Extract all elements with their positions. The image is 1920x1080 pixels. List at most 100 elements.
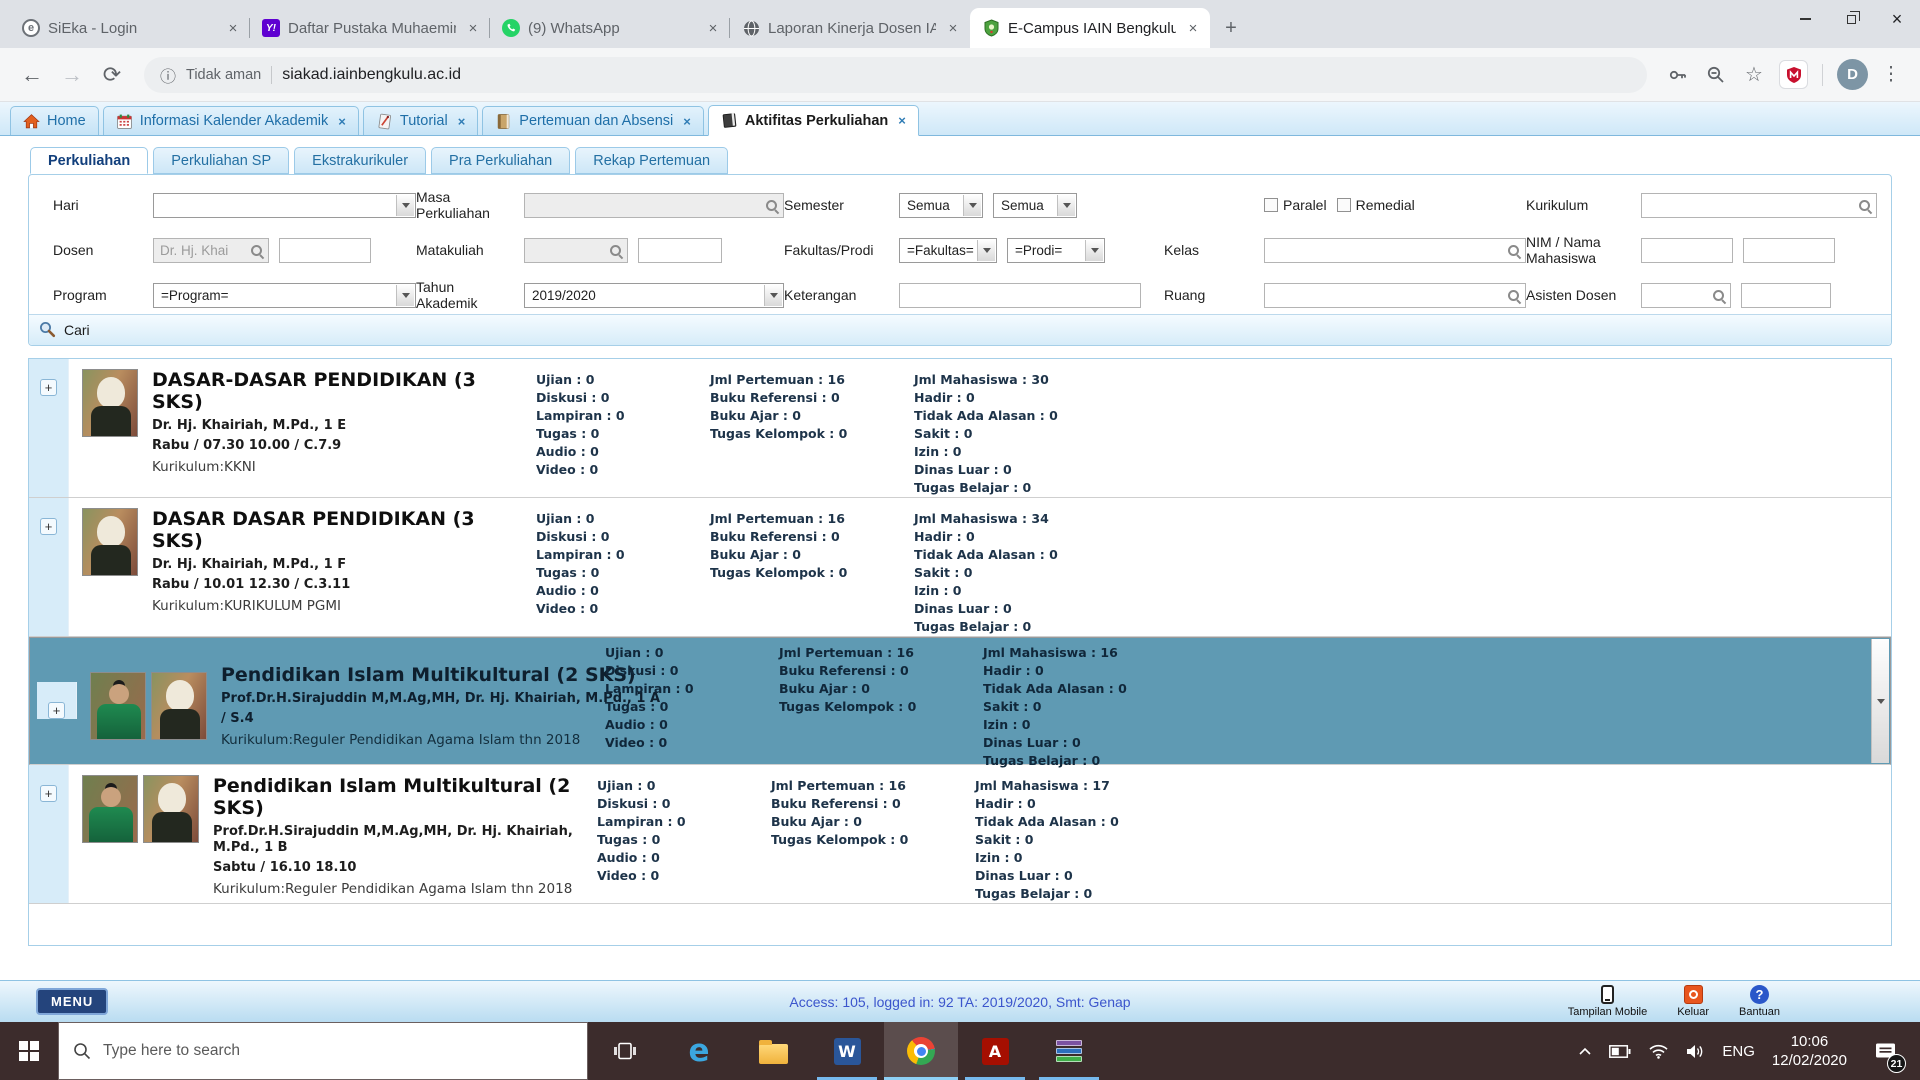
masa-perkuliahan-input[interactable] bbox=[524, 193, 784, 218]
address-bar[interactable]: ⓘ Tidak aman siakad.iainbengkulu.ac.id bbox=[144, 57, 1647, 93]
edge-taskbar-button[interactable]: e bbox=[662, 1022, 736, 1080]
asisten-dosen-code-input[interactable] bbox=[1741, 283, 1831, 308]
stat-line: Buku Ajar : 0 bbox=[710, 407, 902, 425]
site-tab-close-icon[interactable]: × bbox=[458, 114, 466, 129]
subtab-ekstrakurikuler[interactable]: Ekstrakurikuler bbox=[294, 147, 426, 174]
password-key-icon[interactable] bbox=[1661, 58, 1695, 92]
asisten-dosen-input[interactable] bbox=[1641, 283, 1731, 308]
browser-tab-ecampus-active[interactable]: E-Campus IAIN Bengkulu × bbox=[970, 8, 1210, 48]
course-row-1[interactable]: + DASAR-DASAR PENDIDIKAN (3 SKS) Dr. Hj.… bbox=[29, 359, 1891, 498]
site-tab-aktifitas-active[interactable]: Aktifitas Perkuliahan × bbox=[708, 105, 919, 136]
language-indicator[interactable]: ENG bbox=[1722, 1043, 1755, 1060]
expand-button[interactable]: + bbox=[40, 785, 57, 802]
site-info-icon[interactable]: ⓘ bbox=[160, 63, 176, 87]
mcafee-extension-icon[interactable] bbox=[1779, 60, 1808, 89]
task-view-button[interactable] bbox=[588, 1022, 662, 1080]
browser-tab-laporan[interactable]: Laporan Kinerja Dosen IAIN × bbox=[730, 8, 970, 48]
browser-tab-sieka[interactable]: e SiEka - Login × bbox=[10, 8, 250, 48]
site-tab-pertemuan[interactable]: Pertemuan dan Absensi × bbox=[482, 106, 704, 135]
remedial-checkbox[interactable] bbox=[1337, 198, 1351, 212]
chrome-taskbar-button-active[interactable] bbox=[884, 1022, 958, 1080]
bantuan-label: Bantuan bbox=[1739, 1006, 1780, 1018]
reload-button[interactable]: ⟳ bbox=[94, 57, 130, 93]
program-select[interactable]: =Program= bbox=[153, 283, 416, 308]
taskbar-search-box[interactable]: Type here to search bbox=[58, 1022, 588, 1080]
kurikulum-input[interactable] bbox=[1641, 193, 1877, 218]
tab-close-icon[interactable]: × bbox=[704, 20, 722, 37]
nama-mahasiswa-input[interactable] bbox=[1743, 238, 1835, 263]
prodi-select[interactable]: =Prodi= bbox=[1007, 238, 1105, 263]
subtab-rekap-pertemuan[interactable]: Rekap Pertemuan bbox=[575, 147, 728, 174]
window-close-button[interactable]: × bbox=[1874, 0, 1920, 38]
course-row-3-selected[interactable]: + Pendidikan Islam Multikultural (2 SKS)… bbox=[29, 637, 1891, 765]
wifi-icon[interactable] bbox=[1648, 1043, 1669, 1059]
window-restore-button[interactable] bbox=[1828, 0, 1874, 38]
subtab-perkuliahan-active[interactable]: Perkuliahan bbox=[30, 147, 148, 174]
nim-input[interactable] bbox=[1641, 238, 1733, 263]
stats-students: Jml Mahasiswa : 17Hadir : 0Tidak Ada Ala… bbox=[975, 777, 1210, 903]
fakultas-select[interactable]: =Fakultas= bbox=[899, 238, 997, 263]
site-tab-close-icon[interactable]: × bbox=[338, 114, 346, 129]
forward-button[interactable]: → bbox=[54, 57, 90, 93]
battery-icon[interactable] bbox=[1609, 1045, 1631, 1058]
file-explorer-taskbar-button[interactable] bbox=[736, 1022, 810, 1080]
start-button[interactable] bbox=[0, 1022, 58, 1080]
site-tab-close-icon[interactable]: × bbox=[898, 113, 906, 128]
browser-tab-yahoo[interactable]: Y! Daftar Pustaka Muhaemin e × bbox=[250, 8, 490, 48]
course-info: Pendidikan Islam Multikultural (2 SKS) P… bbox=[199, 765, 591, 903]
tray-expand-icon[interactable] bbox=[1578, 1046, 1592, 1056]
browser-menu-icon[interactable]: ⋮ bbox=[1876, 63, 1906, 86]
tab-close-icon[interactable]: × bbox=[1184, 20, 1202, 37]
word-taskbar-button[interactable]: W bbox=[810, 1022, 884, 1080]
acrobat-taskbar-button[interactable]: A bbox=[958, 1022, 1032, 1080]
matakuliah-input[interactable] bbox=[524, 238, 628, 263]
search-icon bbox=[250, 244, 264, 258]
tab-close-icon[interactable]: × bbox=[944, 20, 962, 37]
dosen-input[interactable]: Dr. Hj. Khai bbox=[153, 238, 269, 263]
bantuan-button[interactable]: ? Bantuan bbox=[1739, 985, 1780, 1018]
paralel-checkbox[interactable] bbox=[1264, 198, 1278, 212]
profile-avatar[interactable]: D bbox=[1837, 59, 1868, 90]
semester-select-2[interactable]: Semua bbox=[993, 193, 1077, 218]
winrar-taskbar-button[interactable] bbox=[1032, 1022, 1106, 1080]
site-tab-tutorial[interactable]: Tutorial × bbox=[363, 106, 478, 135]
kelas-input[interactable] bbox=[1264, 238, 1526, 263]
course-row-2[interactable]: + DASAR DASAR PENDIDIKAN (3 SKS) Dr. Hj.… bbox=[29, 498, 1891, 637]
course-row-4[interactable]: + Pendidikan Islam Multikultural (2 SKS)… bbox=[29, 765, 1891, 904]
taskbar-clock[interactable]: 10:06 12/02/2020 bbox=[1772, 1032, 1847, 1070]
semester-select-1[interactable]: Semua bbox=[899, 193, 983, 218]
expand-button[interactable]: + bbox=[40, 518, 57, 535]
back-button[interactable]: ← bbox=[14, 57, 50, 93]
menu-button[interactable]: MENU bbox=[36, 988, 108, 1015]
window-minimize-button[interactable] bbox=[1782, 0, 1828, 38]
keluar-button[interactable]: Keluar bbox=[1677, 985, 1709, 1018]
cari-button[interactable]: Cari bbox=[29, 314, 1891, 345]
browser-tab-whatsapp[interactable]: (9) WhatsApp × bbox=[490, 8, 730, 48]
stat-line: Tugas Belajar : 0 bbox=[975, 885, 1210, 903]
stat-line: Izin : 0 bbox=[975, 849, 1210, 867]
zoom-out-icon[interactable] bbox=[1699, 58, 1733, 92]
tampilan-mobile-button[interactable]: Tampilan Mobile bbox=[1568, 985, 1647, 1018]
program-label: Program bbox=[53, 287, 153, 303]
site-tab-kalender[interactable]: Informasi Kalender Akademik × bbox=[103, 106, 359, 135]
expand-button[interactable]: + bbox=[48, 702, 65, 719]
matakuliah-code-input[interactable] bbox=[638, 238, 722, 263]
course-title: DASAR-DASAR PENDIDIKAN (3 SKS) bbox=[152, 369, 530, 413]
site-tab-close-icon[interactable]: × bbox=[683, 114, 691, 129]
subtab-perkuliahan-sp[interactable]: Perkuliahan SP bbox=[153, 147, 289, 174]
tab-close-icon[interactable]: × bbox=[224, 20, 242, 37]
tahun-akademik-select[interactable]: 2019/2020 bbox=[524, 283, 784, 308]
dosen-code-input[interactable] bbox=[279, 238, 371, 263]
volume-icon[interactable] bbox=[1686, 1044, 1705, 1059]
stat-line: Diskusi : 0 bbox=[536, 528, 698, 546]
ruang-input[interactable] bbox=[1264, 283, 1526, 308]
hari-select[interactable] bbox=[153, 193, 416, 218]
expand-button[interactable]: + bbox=[40, 379, 57, 396]
tab-close-icon[interactable]: × bbox=[464, 20, 482, 37]
site-tab-home[interactable]: Home bbox=[10, 106, 99, 135]
action-center-button[interactable]: 21 bbox=[1864, 1022, 1908, 1080]
subtab-pra-perkuliahan[interactable]: Pra Perkuliahan bbox=[431, 147, 570, 174]
bookmark-star-icon[interactable]: ☆ bbox=[1737, 58, 1771, 92]
keterangan-input[interactable] bbox=[899, 283, 1141, 308]
new-tab-button[interactable]: + bbox=[1216, 13, 1246, 43]
